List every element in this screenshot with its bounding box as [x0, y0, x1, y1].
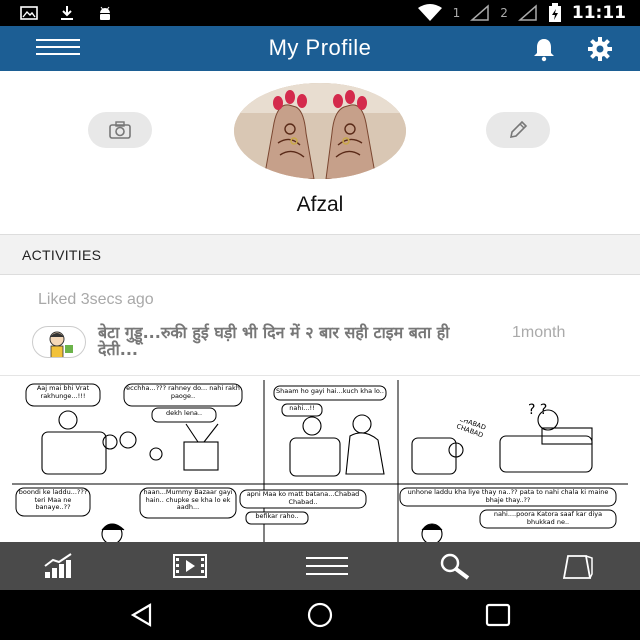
speech-bubble: apni Maa ko matt batana...Chabad Chabad.…: [239, 489, 367, 509]
status-left-icons: [20, 4, 114, 22]
list-item[interactable]: Liked 3secs ago बेटा गुड्डू...रुकी हुई घ…: [0, 276, 640, 376]
henna-hands-photo: [234, 83, 406, 179]
profile-header: Afzal: [0, 71, 640, 234]
edit-profile-button[interactable]: [486, 112, 550, 148]
bubble-text: nahi...!!: [289, 405, 315, 412]
speech-bubble: haan...Mummy Bazaar gayi hain.. chupke s…: [139, 487, 237, 519]
bag-icon[interactable]: [562, 552, 596, 580]
comic-strip: Aaj mai bhi Vrat rakhunge...!!! ecchha..…: [12, 380, 628, 542]
status-right: 1 2 11:11: [417, 3, 626, 23]
status-bar: 1 2 11:11: [0, 0, 640, 26]
app-bar: My Profile: [0, 26, 640, 71]
speech-bubble: nahi...!!: [281, 403, 323, 417]
bubble-text: unhone laddu kha liye thay na..?? pata t…: [407, 489, 609, 504]
system-nav: [0, 590, 640, 640]
post-thumbnail[interactable]: [32, 326, 86, 358]
bubble-text: nahi....poora Katora saaf kar diya bhukk…: [493, 511, 603, 526]
profile-name: Afzal: [296, 193, 344, 216]
svg-text:? ?: ? ?: [528, 402, 547, 418]
bell-icon[interactable]: [531, 36, 557, 62]
bubble-text: ecchha...??? rahney do... nahi rakh paog…: [126, 385, 240, 400]
signal-icon: [517, 4, 537, 21]
signal-icon: [470, 4, 489, 21]
bubble-text: apni Maa ko matt batana...Chabad Chabad.…: [246, 491, 360, 506]
search-icon[interactable]: [438, 552, 472, 580]
speech-bubble: Aaj mai bhi Vrat rakhunge...!!!: [25, 383, 101, 407]
speech-bubble: befikar raho..: [245, 511, 309, 525]
speech-bubble: unhone laddu kha liye thay na..?? pata t…: [399, 487, 617, 507]
bubble-text: boondi ke laddu...??? teri Maa ne banaye…: [18, 489, 88, 511]
status-time: 11:11: [571, 3, 626, 23]
gear-icon[interactable]: [587, 36, 613, 62]
speech-bubble: ecchha...??? rahney do... nahi rakh paog…: [123, 383, 243, 407]
avatar[interactable]: [234, 83, 406, 179]
recents-icon[interactable]: [484, 602, 512, 628]
download-icon: [61, 6, 73, 20]
bubble-text: Shaam ho gayi hai...kuch kha lo..: [276, 388, 384, 395]
comic-figures: [101, 523, 443, 542]
speech-bubble: Shaam ho gayi hai...kuch kha lo..: [273, 385, 387, 401]
video-icon[interactable]: [173, 552, 207, 580]
sound-effect-text: CHABAD CHABAD: [455, 420, 487, 439]
speech-bubble: nahi....poora Katora saaf kar diya bhukk…: [479, 509, 617, 529]
wifi-icon: [417, 4, 442, 21]
liked-label: Liked 3secs ago: [38, 291, 154, 308]
list-icon[interactable]: [305, 552, 349, 580]
camera-button[interactable]: [88, 112, 152, 148]
android-icon: [100, 6, 110, 20]
bubble-text: befikar raho..: [255, 513, 299, 520]
chart-icon[interactable]: [43, 552, 77, 580]
comic-strip-image[interactable]: Aaj mai bhi Vrat rakhunge...!!! ecchha..…: [12, 380, 628, 542]
sim2-label: 2: [500, 6, 508, 20]
bubble-text: Aaj mai bhi Vrat rakhunge...!!!: [36, 385, 90, 400]
image-icon: [20, 6, 38, 20]
bottom-nav: [0, 542, 640, 590]
home-icon[interactable]: [305, 602, 335, 628]
post-time: 1month: [512, 324, 566, 341]
pencil-icon: [509, 120, 528, 139]
camera-icon: [109, 121, 131, 139]
speech-bubble: boondi ke laddu...??? teri Maa ne banaye…: [15, 487, 91, 517]
battery-icon: [548, 3, 561, 22]
section-title: ACTIVITIES: [22, 247, 102, 263]
speech-bubble: dekh lena..: [151, 407, 217, 423]
sim1-label: 1: [452, 6, 461, 20]
cartoon-thumbnail: [49, 331, 73, 357]
back-icon[interactable]: [128, 602, 156, 628]
activities-header: ACTIVITIES: [0, 234, 640, 275]
bubble-text: haan...Mummy Bazaar gayi hain.. chupke s…: [143, 489, 233, 511]
bubble-text: dekh lena..: [165, 410, 203, 417]
post-title[interactable]: बेटा गुड्डू...रुकी हुई घड़ी भी दिन में २…: [98, 324, 478, 358]
